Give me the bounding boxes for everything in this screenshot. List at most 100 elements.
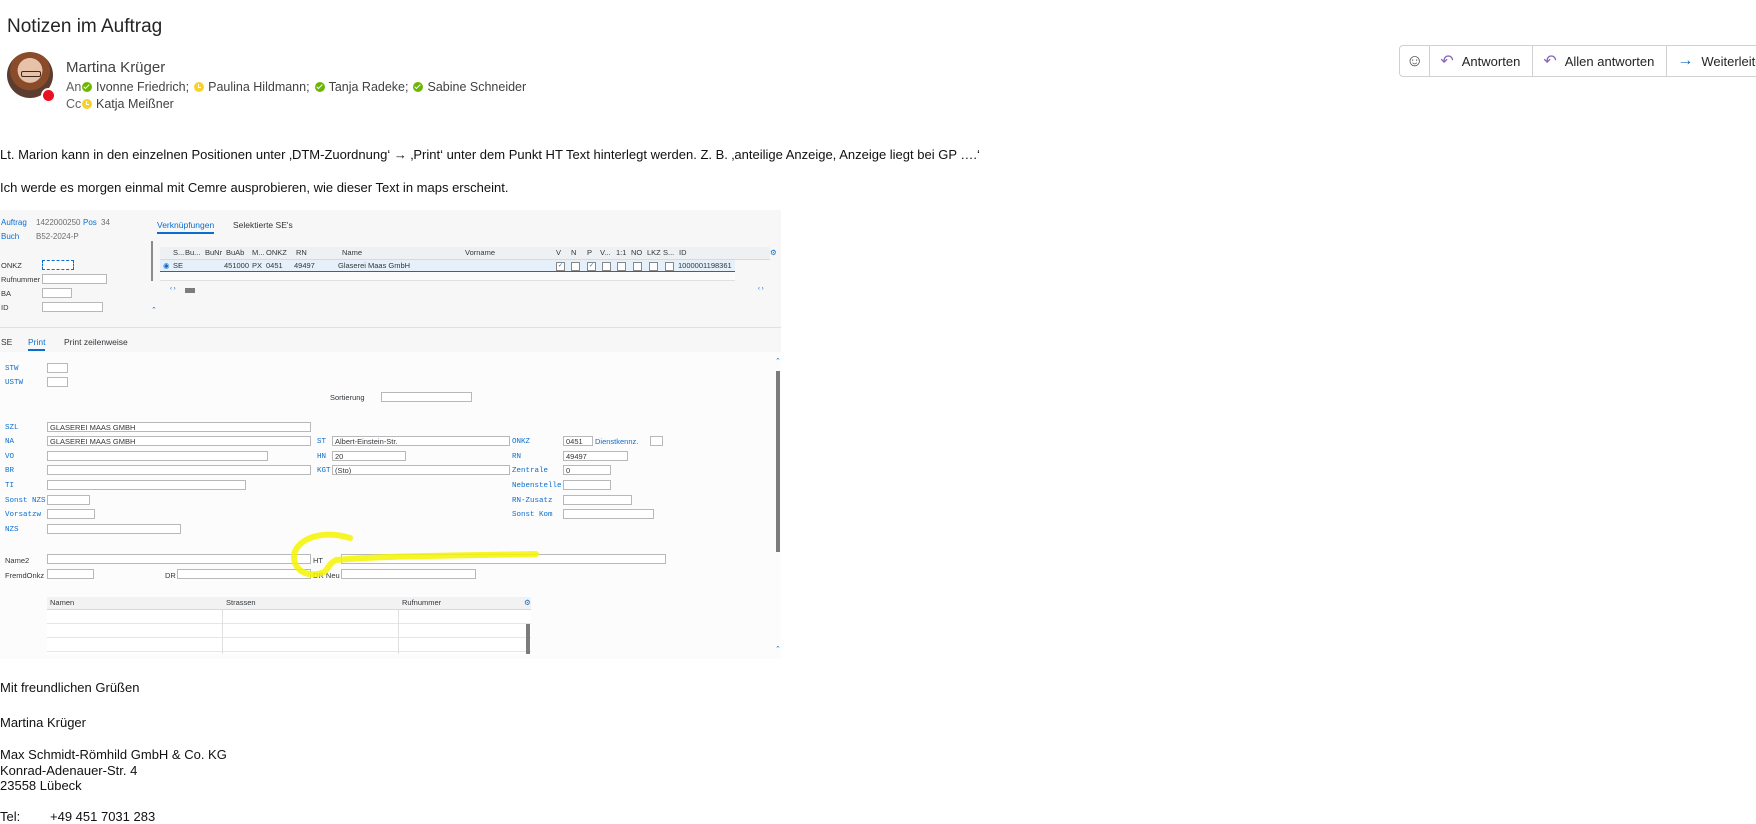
reply-button[interactable]: ↶ Antworten — [1430, 46, 1534, 76]
signature-company: Max Schmidt-Römhild GmbH & Co. KG — [0, 747, 227, 762]
checkbox[interactable] — [633, 260, 642, 271]
auftrag-value: 1422000250 — [36, 218, 81, 227]
name2-input[interactable] — [47, 554, 311, 564]
tab-verknuepfungen[interactable]: Verknüpfungen — [157, 220, 215, 234]
bottom-grid-body — [47, 610, 531, 654]
vo-input[interactable] — [47, 451, 268, 461]
cc-label: Cc — [66, 97, 82, 111]
signature-street: Konrad-Adenauer-Str. 4 — [0, 763, 138, 778]
reply-all-button[interactable]: ↶ Allen antworten — [1533, 46, 1668, 76]
recipient[interactable]: Tanja Radeke; — [314, 80, 408, 94]
na-input[interactable]: GLASEREI MAAS GMBH — [47, 436, 311, 446]
tab-se[interactable]: SE — [1, 337, 12, 347]
rufnummer-input[interactable] — [42, 274, 107, 284]
ustw-input[interactable] — [47, 377, 68, 387]
auftrag-label: Auftrag — [1, 218, 27, 227]
signature-name: Martina Krüger — [0, 715, 86, 730]
vorsatzw-input[interactable] — [47, 509, 95, 519]
scroll-down-icon[interactable]: ⌃ — [775, 645, 781, 653]
recipient[interactable]: Sabine Schneider — [413, 80, 526, 94]
tab-print-zeilenweise[interactable]: Print zeilenweise — [64, 337, 128, 347]
forward-icon: → — [1677, 52, 1694, 69]
checkbox-n[interactable] — [571, 260, 580, 271]
presence-away-icon — [194, 82, 205, 92]
horizontal-scrollbar[interactable] — [185, 288, 195, 293]
table-row[interactable]: ◉ SE 451000 PX 0451 49497 Glaserei Maas … — [160, 260, 735, 272]
st-input[interactable]: Albert-Einstein-Str. — [332, 436, 510, 446]
stw-input[interactable] — [47, 363, 68, 373]
checkbox[interactable] — [649, 260, 658, 271]
checkbox[interactable] — [602, 260, 611, 271]
bottom-grid-settings-icon[interactable]: ⚙ — [524, 597, 531, 609]
reply-all-icon: ↶ — [1543, 53, 1557, 70]
id-input[interactable] — [42, 302, 103, 312]
fremdonkz-input[interactable] — [47, 569, 94, 579]
rn-input[interactable]: 49497 — [563, 451, 628, 461]
body-paragraph: Ich werde es morgen einmal mit Cemre aus… — [0, 180, 509, 195]
sortierung-input[interactable] — [381, 392, 472, 402]
onkz-label: ONKZ — [1, 261, 22, 270]
signature-city: 23558 Lübeck — [0, 778, 82, 793]
collapse-icon[interactable]: ⌃ — [151, 306, 157, 314]
onkz-input[interactable] — [42, 260, 74, 270]
message-actions: ☺ ↶ Antworten ↶ Allen antworten → Weiterlei… — [1399, 45, 1756, 77]
body-paragraph: Lt. Marion kann in den einzelnen Positio… — [0, 147, 980, 162]
signature-tel[interactable]: +49 451 7031 283 — [50, 809, 155, 824]
highlight-annotation — [291, 531, 539, 578]
presence-busy-badge — [41, 88, 56, 103]
hn-input[interactable]: 20 — [332, 451, 406, 461]
row-selector-icon[interactable]: ◉ — [163, 260, 170, 271]
grid-resize-handle[interactable] — [151, 241, 153, 281]
presence-away-icon — [82, 99, 92, 109]
tab-print[interactable]: Print — [28, 337, 46, 351]
presence-available-icon — [82, 82, 92, 92]
to-label: An — [66, 80, 82, 94]
tab-selektierte-se[interactable]: Selektierte SE's — [233, 220, 293, 230]
presence-available-icon — [314, 82, 325, 92]
ba-input[interactable] — [42, 288, 72, 298]
bottom-grid-header: Namen Strassen Rufnummer ⚙ — [47, 597, 531, 610]
ti-input[interactable] — [47, 480, 246, 490]
checkbox-p[interactable]: ✓ — [587, 260, 596, 271]
emoji-button[interactable]: ☺ — [1400, 46, 1431, 76]
sonst-kom-input[interactable] — [563, 509, 654, 519]
pos-value: 34 — [101, 218, 110, 227]
kgt-input[interactable]: (Sto) — [332, 465, 510, 475]
szl-input[interactable]: GLASEREI MAAS GMBH — [47, 422, 311, 432]
recipient[interactable]: Paulina Hildmann; — [194, 80, 310, 94]
onkz-form-input[interactable]: 0451 — [563, 436, 593, 446]
nebenstelle-input[interactable] — [563, 480, 611, 490]
smiley-icon: ☺ — [1406, 51, 1424, 70]
pos-label: Pos — [83, 218, 97, 227]
ba-label: BA — [1, 289, 12, 298]
signature-greeting: Mit freundlichen Grüßen — [0, 680, 140, 695]
checkbox[interactable] — [617, 260, 626, 271]
scroll-right-icon[interactable]: ‹ › — [758, 286, 764, 292]
buch-label: Buch — [1, 232, 20, 241]
recipient[interactable]: Katja Meißner — [82, 97, 174, 111]
zentrale-input[interactable]: 0 — [563, 465, 611, 475]
to-row: An Ivonne Friedrich; Paulina Hildmann; T… — [66, 80, 531, 94]
dienstkennz-checkbox[interactable] — [650, 436, 663, 446]
buch-value: B52-2024-P — [36, 232, 79, 241]
signature-tel-label: Tel: — [0, 809, 21, 824]
scroll-up-icon[interactable]: ⌃ — [775, 357, 781, 365]
subject: Notizen im Auftrag — [7, 16, 163, 37]
nzs-input[interactable] — [47, 524, 181, 534]
recipient[interactable]: Ivonne Friedrich; — [82, 80, 189, 94]
bottom-grid-scrollbar[interactable] — [526, 624, 530, 654]
checkbox-v[interactable]: ✓ — [556, 260, 565, 271]
presence-available-icon — [413, 82, 424, 92]
sender-name[interactable]: Martina Krüger — [66, 59, 165, 76]
rn-zusatz-input[interactable] — [563, 495, 632, 505]
forward-button[interactable]: →Weiterleiten — [1667, 46, 1756, 76]
scroll-left-icon[interactable]: ‹ › — [170, 286, 176, 292]
grid-settings-icon[interactable]: ⚙ — [770, 247, 777, 259]
empty-row — [160, 272, 735, 281]
vertical-scrollbar[interactable] — [776, 371, 780, 552]
id-label: ID — [1, 303, 9, 312]
checkbox[interactable] — [665, 260, 674, 271]
br-input[interactable] — [47, 465, 311, 475]
sonst-nzs-input[interactable] — [47, 495, 90, 505]
divider — [0, 327, 781, 328]
